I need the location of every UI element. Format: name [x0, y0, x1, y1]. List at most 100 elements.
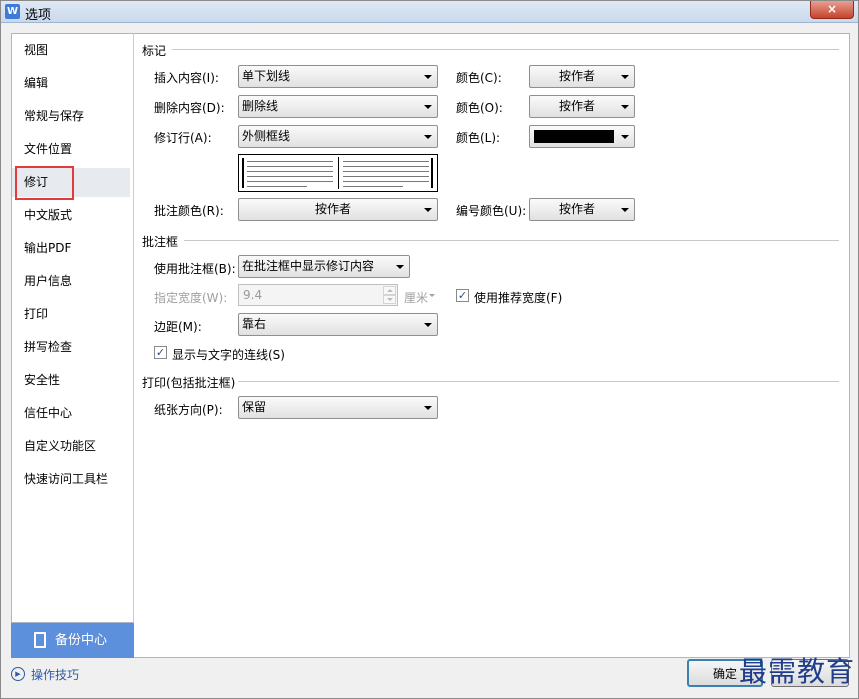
use-balloons-label: 使用批注框(B):	[154, 262, 236, 276]
paper-orientation-label: 纸张方向(P):	[154, 403, 223, 417]
section-divider	[172, 49, 839, 50]
preferred-width-label: 指定宽度(W):	[154, 291, 228, 305]
show-lines-label: 显示与文字的连线(S)	[172, 348, 285, 362]
sidebar-item-security[interactable]: 安全性	[12, 366, 130, 395]
chevron-down-icon	[424, 135, 432, 139]
preview-line	[343, 181, 429, 182]
spin-down-icon[interactable]	[383, 295, 396, 304]
preview-line	[343, 176, 429, 177]
chevron-down-icon	[621, 135, 629, 139]
chevron-down-icon	[396, 265, 404, 269]
track-changes-panel: 标记 插入内容(I): 单下划线 颜色(C): 按作者 删除内容(D): 删除线…	[134, 33, 850, 658]
deletions-color-dropdown[interactable]: 按作者	[529, 95, 635, 118]
deletions-label: 删除内容(D):	[154, 101, 225, 115]
preview-line	[343, 171, 429, 172]
deletions-color-label: 颜色(O):	[456, 101, 503, 115]
preview-revision-bar	[431, 158, 433, 188]
options-sidebar: 视图 编辑 常规与保存 文件位置 修订 中文版式 输出PDF 用户信息 打印 拼…	[11, 33, 134, 623]
changed-lines-preview	[238, 154, 438, 192]
changed-lines-color-dropdown[interactable]	[529, 125, 635, 148]
deletions-color-value: 按作者	[558, 99, 595, 113]
preview-line	[247, 186, 307, 187]
comment-color-label: 批注颜色(R):	[154, 204, 224, 218]
insertions-label: 插入内容(I):	[154, 71, 219, 85]
section-divider	[238, 381, 839, 382]
play-icon: ▶	[11, 667, 25, 681]
chevron-down-icon	[621, 208, 629, 212]
insertions-dropdown[interactable]: 单下划线	[238, 65, 438, 88]
recommended-width-checkbox[interactable]: ✓	[456, 289, 469, 302]
changed-lines-color-label: 颜色(L):	[456, 131, 501, 145]
preview-page-left	[241, 157, 336, 189]
chevron-down-icon	[424, 208, 432, 212]
sidebar-item-file-locations[interactable]: 文件位置	[12, 135, 130, 164]
width-unit-dropdown[interactable]: 厘米	[404, 289, 428, 306]
chevron-down-icon	[621, 105, 629, 109]
comment-color-value: 按作者	[314, 202, 351, 216]
backup-center-label: 备份中心	[55, 633, 108, 648]
preview-line	[247, 176, 333, 177]
margin-dropdown[interactable]: 靠右	[238, 313, 438, 336]
margin-label: 边距(M):	[154, 320, 202, 334]
sidebar-item-spelling[interactable]: 拼写检查	[12, 333, 130, 362]
numbering-color-dropdown[interactable]: 按作者	[529, 198, 635, 221]
numbering-color-value: 按作者	[558, 202, 595, 216]
changed-lines-dropdown[interactable]: 外侧框线	[238, 125, 438, 148]
sidebar-item-customize-ribbon[interactable]: 自定义功能区	[12, 432, 130, 461]
recommended-width-label: 使用推荐宽度(F)	[474, 291, 563, 305]
sidebar-item-general-save[interactable]: 常规与保存	[12, 102, 130, 131]
preview-line	[343, 186, 403, 187]
deletions-value: 删除线	[242, 99, 279, 113]
sidebar-item-print[interactable]: 打印	[12, 300, 130, 329]
insertions-color-value: 按作者	[558, 69, 595, 83]
changed-lines-value: 外侧框线	[242, 129, 291, 143]
insertions-value: 单下划线	[242, 69, 291, 83]
preview-revision-bar	[242, 158, 244, 188]
selection-highlight-box	[15, 166, 74, 200]
dialog-title: 选项	[25, 8, 52, 23]
insertions-color-label: 颜色(C):	[456, 71, 502, 85]
markup-section-heading: 标记	[142, 44, 167, 58]
preview-line	[247, 181, 333, 182]
spin-up-icon[interactable]	[383, 286, 396, 295]
chevron-down-icon	[424, 406, 432, 410]
paper-orientation-value: 保留	[242, 400, 267, 414]
show-lines-checkbox[interactable]: ✓	[154, 346, 167, 359]
preview-page-right	[338, 157, 433, 189]
sidebar-item-quick-access-toolbar[interactable]: 快速访问工具栏	[12, 465, 130, 494]
wps-writer-icon: W	[5, 4, 20, 19]
sidebar-item-export-pdf[interactable]: 输出PDF	[12, 234, 130, 263]
chevron-down-icon	[424, 323, 432, 327]
sidebar-item-trust-center[interactable]: 信任中心	[12, 399, 130, 428]
sidebar-item-user-info[interactable]: 用户信息	[12, 267, 130, 296]
color-swatch	[534, 130, 614, 143]
watermark-logo: 最需教育	[739, 655, 856, 688]
paper-orientation-dropdown[interactable]: 保留	[238, 396, 438, 419]
preferred-width-value: 9.4	[243, 288, 263, 302]
options-dialog: W 选项 × 视图 编辑 常规与保存 文件位置 修订 中文版式 输出PDF 用户…	[0, 0, 859, 699]
backup-center-button[interactable]: 备份中心	[11, 623, 134, 658]
printing-section-heading: 打印(包括批注框)	[142, 376, 236, 390]
use-balloons-dropdown[interactable]: 在批注框中显示修订内容	[238, 255, 410, 278]
preview-line	[343, 161, 429, 162]
sidebar-item-chinese-layout[interactable]: 中文版式	[12, 201, 130, 230]
numbering-color-label: 编号颜色(U):	[456, 204, 527, 218]
preferred-width-input[interactable]: 9.4	[238, 284, 398, 306]
sidebar-item-edit[interactable]: 编辑	[12, 69, 130, 98]
preview-line	[247, 171, 333, 172]
comment-color-dropdown[interactable]: 按作者	[238, 198, 438, 221]
preview-line	[247, 166, 333, 167]
chevron-down-icon	[424, 105, 432, 109]
operation-tips-label: 操作技巧	[31, 668, 80, 682]
backup-icon	[34, 632, 46, 648]
chevron-down-icon	[429, 294, 435, 297]
preview-line	[247, 161, 333, 162]
sidebar-item-track-changes[interactable]: 修订	[12, 166, 130, 200]
section-divider	[184, 240, 839, 241]
insertions-color-dropdown[interactable]: 按作者	[529, 65, 635, 88]
deletions-dropdown[interactable]: 删除线	[238, 95, 438, 118]
sidebar-item-view[interactable]: 视图	[12, 36, 130, 65]
margin-value: 靠右	[242, 317, 267, 331]
close-button[interactable]: ×	[810, 1, 854, 19]
balloons-section-heading: 批注框	[142, 235, 179, 249]
